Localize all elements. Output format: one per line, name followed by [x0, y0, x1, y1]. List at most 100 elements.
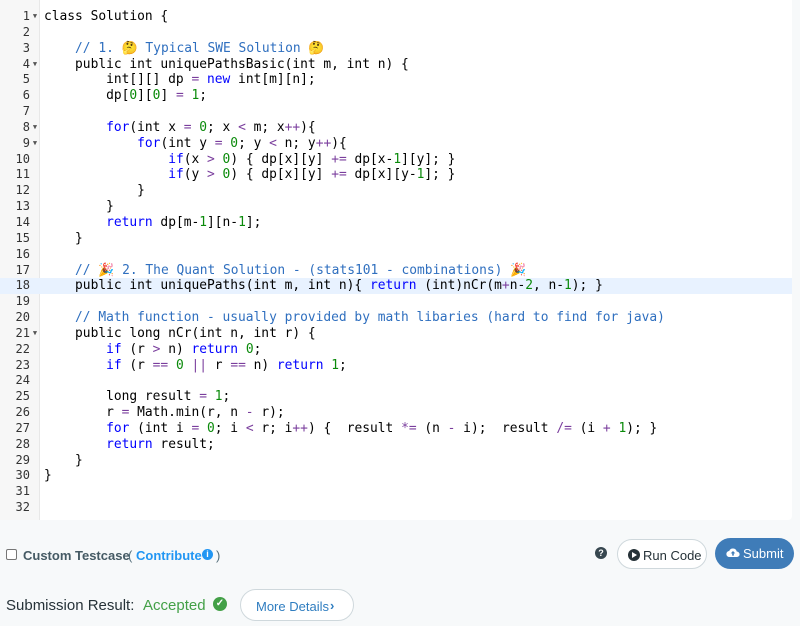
code-token: (n	[416, 420, 448, 436]
line-number: 17	[15, 262, 30, 277]
more-details-button[interactable]: More Details ›	[240, 589, 354, 621]
code-token: , n-	[532, 278, 565, 294]
code-text: long result = 1;	[44, 389, 230, 405]
code-token: for	[106, 420, 130, 436]
code-line[interactable]: 31	[0, 484, 792, 500]
code-line[interactable]: 27 for (int i = 0; i < r; i++) { result …	[0, 421, 792, 437]
open-paren: (	[128, 548, 133, 563]
code-line[interactable]: 30}	[0, 468, 792, 484]
code-line[interactable]: 8 ▼ for(int x = 0; x < m; x++){	[0, 120, 792, 136]
code-text: }	[44, 199, 114, 215]
line-number: 24	[15, 373, 30, 388]
code-line[interactable]: 5 int[][] dp = new int[m][n];	[0, 72, 792, 88]
code-text: public int uniquePaths(int m, int n){ re…	[44, 278, 603, 294]
custom-testcase-checkbox[interactable]	[6, 549, 17, 560]
code-line[interactable]: 25 long result = 1;	[0, 389, 792, 405]
code-text: dp[0][0] = 1;	[44, 88, 207, 104]
code-line[interactable]: 11 if(y > 0) { dp[x][y] += dp[x][y-1]; }	[0, 167, 792, 183]
code-token: 0	[199, 119, 208, 135]
submit-button[interactable]: Submit	[715, 538, 794, 569]
code-line[interactable]: 23 if (r == 0 || r == n) return 1;	[0, 358, 792, 374]
code-line[interactable]: 13 }	[0, 199, 792, 215]
fold-arrow-icon[interactable]: ▼	[31, 326, 39, 342]
code-line[interactable]: 22 if (r > n) return 0;	[0, 342, 792, 358]
fold-arrow-icon[interactable]: ▼	[31, 120, 39, 136]
code-token: }	[44, 468, 52, 484]
fold-arrow-icon[interactable]: ▼	[31, 57, 39, 73]
code-line[interactable]: 6 dp[0][0] = 1;	[0, 88, 792, 104]
code-line[interactable]: 15 }	[0, 231, 792, 247]
code-line[interactable]: 3 // 1. 🤔 Typical SWE Solution 🤔	[0, 41, 792, 57]
question-icon[interactable]: ?	[595, 547, 607, 559]
code-token: ; y	[238, 135, 270, 151]
code-token: if	[168, 151, 184, 167]
code-token: (y	[183, 167, 208, 183]
code-line[interactable]: 20 // Math function - usually provided b…	[0, 310, 792, 326]
code-line[interactable]: 28 return result;	[0, 437, 792, 453]
line-number: 12	[15, 183, 30, 198]
code-line[interactable]: 12 }	[0, 183, 792, 199]
code-line[interactable]: 4 ▼ public int uniquePathsBasic(int m, in…	[0, 57, 792, 73]
custom-testcase-label[interactable]: Custom Testcase	[23, 548, 130, 563]
code-line[interactable]: 1 ▼ class Solution {	[0, 9, 792, 25]
code-token: n)	[245, 357, 277, 373]
code-token: +	[501, 278, 510, 294]
code-token: (int)nCr(m	[416, 278, 502, 294]
submission-status[interactable]: Accepted	[143, 597, 206, 614]
fold-arrow-icon[interactable]: ▼	[31, 136, 39, 152]
line-number: 11	[15, 167, 30, 182]
code-token: (x	[183, 151, 208, 167]
code-token: <	[238, 119, 246, 135]
code-token: 1	[214, 389, 223, 405]
code-line[interactable]: 17 // 🎉 2. The Quant Solution - (stats10…	[0, 263, 792, 279]
code-line[interactable]: 14 return dp[m-1][n-1];	[0, 215, 792, 231]
code-editor[interactable]: 1 ▼ class Solution {2 3 // 1. 🤔 Typical SWE…	[0, 0, 792, 520]
code-token: (r	[121, 341, 153, 357]
code-line[interactable]: 9 ▼ for(int y = 0; y < n; y++){	[0, 136, 792, 152]
code-line[interactable]: 26 r = Math.min(r, n - r);	[0, 405, 792, 421]
code-token: ;	[222, 389, 231, 405]
code-token: ]	[160, 88, 176, 104]
code-line[interactable]: 32	[0, 500, 792, 516]
code-token: 0	[245, 341, 254, 357]
code-line[interactable]: 21 ▼ public long nCr(int n, int r) {	[0, 326, 792, 342]
code-line[interactable]: 29 }	[0, 453, 792, 469]
code-token: return	[191, 341, 239, 357]
code-token: ;	[253, 341, 262, 357]
code-token: return	[369, 278, 417, 294]
run-code-button[interactable]: Run Code	[617, 539, 707, 569]
code-token: ); }	[626, 420, 658, 436]
code-line[interactable]: 24	[0, 373, 792, 389]
code-token: 1	[331, 357, 340, 373]
code-text: }	[44, 468, 52, 484]
fold-arrow-icon[interactable]: ▼	[31, 9, 39, 25]
line-number: 8	[22, 119, 30, 134]
code-token: +=	[331, 167, 347, 183]
code-line[interactable]: 18 public int uniquePaths(int m, int n){…	[0, 278, 792, 295]
code-text: if(y > 0) { dp[x][y] += dp[x][y-1]; }	[44, 167, 455, 183]
code-area[interactable]: 1 ▼ class Solution {2 3 // 1. 🤔 Typical SWE…	[0, 9, 792, 516]
code-line[interactable]: 19	[0, 294, 792, 310]
code-token: ) { result	[307, 420, 402, 436]
code-line[interactable]: 2	[0, 25, 792, 41]
code-token: ][y]; }	[401, 151, 456, 167]
line-number: 16	[15, 246, 30, 261]
code-line[interactable]: 16	[0, 247, 792, 263]
code-token: if	[106, 341, 122, 357]
submission-result-label: Submission Result:	[6, 597, 135, 614]
code-token: ||	[191, 357, 208, 373]
code-line[interactable]: 10 if(x > 0) { dp[x][y] += dp[x-1][y]; }	[0, 152, 792, 168]
code-line[interactable]: 7	[0, 104, 792, 120]
code-token: m; x	[245, 119, 285, 135]
contribute-link[interactable]: Contribute	[136, 548, 202, 563]
code-token: r; i	[253, 420, 293, 436]
submit-label: Submit	[743, 546, 784, 561]
code-token: return	[106, 214, 153, 230]
info-icon[interactable]: i	[202, 549, 213, 560]
